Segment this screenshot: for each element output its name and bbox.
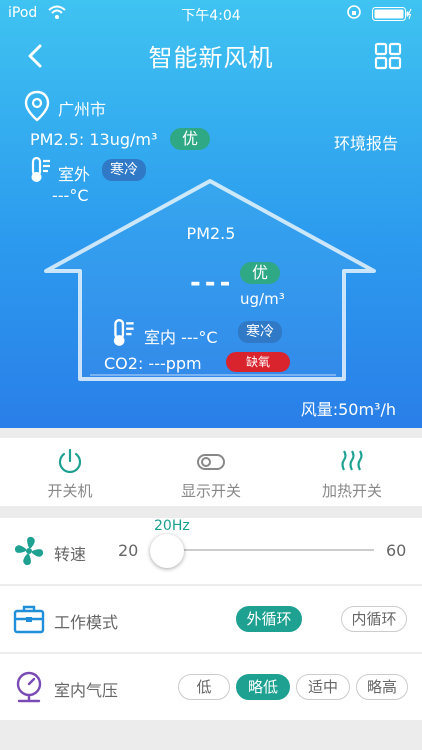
co2-reading: CO2: ---ppm xyxy=(104,354,202,373)
indoor-air-quality-badge: 优 xyxy=(240,262,281,284)
tab-power-label: 开关机 xyxy=(47,482,93,500)
pressure-option-slightly-low[interactable]: 略低 xyxy=(236,674,290,700)
speed-slider-thumb[interactable] xyxy=(150,534,184,568)
mode-option-external[interactable]: 外循环 xyxy=(236,606,302,632)
indoor-temperature: 室内 ---°C 寒冷 xyxy=(110,318,310,348)
page-title: 智能新风机 xyxy=(148,44,274,72)
battery-icon xyxy=(372,7,412,21)
indoor-pm25-label: PM2.5 xyxy=(186,224,236,243)
mode-option-internal[interactable]: 内循环 xyxy=(341,606,407,632)
tab-heating[interactable]: 加热开关 xyxy=(282,438,422,506)
environment-report-link[interactable]: 环境报告 xyxy=(334,130,398,154)
pressure-option-low[interactable]: 低 xyxy=(178,674,230,700)
outdoor-air-quality-badge: 优 xyxy=(170,128,211,150)
pressure-option-moderate[interactable]: 适中 xyxy=(296,674,350,700)
outdoor-pm25: PM2.5: 13ug/m³ 优 xyxy=(30,128,211,150)
work-mode-label: 工作模式 xyxy=(54,613,119,632)
pressure-option-slightly-high[interactable]: 略高 xyxy=(356,674,408,700)
fan-speed-label: 转速 xyxy=(54,545,87,564)
speed-min-label: 20 xyxy=(118,541,139,560)
fan-icon xyxy=(14,536,44,566)
tab-display-label: 显示开关 xyxy=(180,482,241,500)
grid-menu-icon[interactable] xyxy=(374,42,402,70)
rotation-lock-icon xyxy=(347,5,361,19)
pressure-gauge-icon xyxy=(16,671,42,703)
nav-bar: 智能新风机 xyxy=(0,28,422,80)
indoor-temp-badge: 寒冷 xyxy=(238,321,282,343)
tab-display[interactable]: 显示开关 xyxy=(141,438,281,506)
indoor-pm25-unit: ug/m³ xyxy=(240,290,285,308)
fan-speed-row: 转速 20 20Hz 60 xyxy=(0,518,422,584)
speed-slider-track[interactable] xyxy=(156,549,374,551)
toggle-icon xyxy=(197,454,225,470)
work-mode-row: 工作模式 外循环 内循环 xyxy=(0,586,422,652)
tab-power[interactable]: 开关机 xyxy=(0,438,140,506)
indoor-temp-label: 室内 ---°C xyxy=(144,328,218,347)
outdoor-pm25-text: PM2.5: 13ug/m³ xyxy=(30,130,158,149)
speed-max-label: 60 xyxy=(386,541,407,560)
control-tabs: 开关机 显示开关 加热开关 xyxy=(0,438,422,506)
power-icon xyxy=(58,448,82,474)
speed-value-label: 20Hz xyxy=(154,518,190,534)
location-pin-icon xyxy=(24,90,50,122)
hero-panel: iPod 下午4:04 智能新风机 广州市 PM2.5: 13ug/m³ 优 环… xyxy=(0,0,422,428)
airflow-reading: 风量:50m³/h xyxy=(300,400,396,419)
indoor-pressure-row: 室内气压 低 略低 适中 略高 xyxy=(0,654,422,720)
heat-icon xyxy=(341,450,363,471)
toolbox-icon xyxy=(13,605,45,634)
status-bar: iPod 下午4:04 xyxy=(0,0,422,28)
indoor-pm25-value: --- xyxy=(190,268,235,298)
tab-heating-label: 加热开关 xyxy=(321,482,382,500)
oxygen-status-badge: 缺氧 xyxy=(226,352,291,372)
indoor-pressure-label: 室内气压 xyxy=(54,681,119,700)
thermometer-icon xyxy=(113,318,134,346)
city-name: 广州市 xyxy=(58,100,107,119)
